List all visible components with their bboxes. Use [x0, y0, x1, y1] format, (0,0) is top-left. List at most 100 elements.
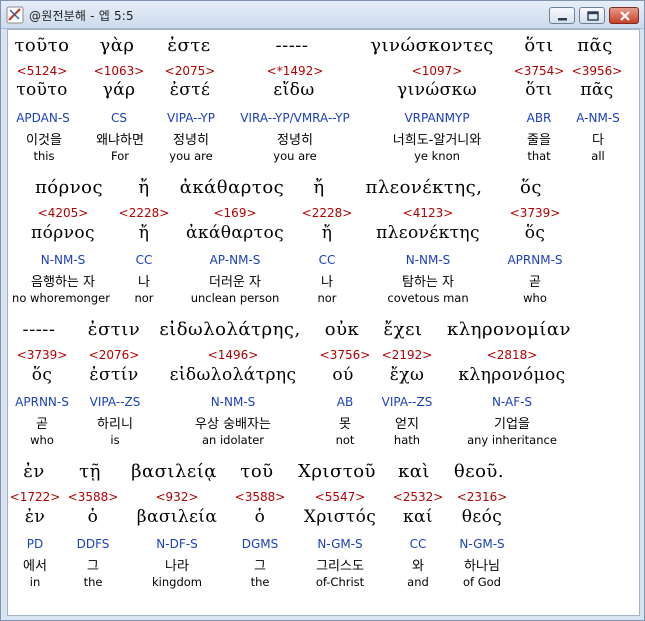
english-gloss: any inheritance: [467, 433, 557, 447]
strong-number[interactable]: <3756>: [320, 348, 371, 362]
greek-word[interactable]: οὐκ: [325, 319, 360, 340]
strong-number[interactable]: <1063>: [94, 64, 145, 78]
lemma: πλεονέκτης: [376, 223, 480, 243]
strong-number[interactable]: <3739>: [510, 206, 561, 220]
korean-gloss: 탐하는 자: [402, 275, 454, 290]
greek-word[interactable]: καὶ: [398, 461, 430, 482]
strong-number[interactable]: <5124>: [17, 64, 68, 78]
korean-gloss: 곧: [36, 417, 48, 432]
greek-word[interactable]: ἤ: [138, 177, 149, 198]
greek-word[interactable]: τοῦ: [240, 461, 273, 482]
greek-word[interactable]: -----: [23, 319, 56, 340]
greek-word[interactable]: κληρονομίαν: [447, 319, 571, 340]
greek-word[interactable]: ἔχει: [384, 319, 423, 340]
greek-word[interactable]: θεοῦ.: [454, 461, 504, 482]
strong-number[interactable]: <2228>: [119, 206, 170, 220]
parsing-code: CS: [111, 111, 127, 125]
app-icon[interactable]: [6, 6, 24, 24]
greek-word[interactable]: Χριστοῦ: [298, 461, 376, 482]
greek-word[interactable]: ἐν: [23, 461, 45, 482]
strong-number[interactable]: <1097>: [412, 64, 463, 78]
greek-word[interactable]: τῇ: [79, 461, 101, 482]
strong-number[interactable]: <932>: [155, 490, 198, 504]
app-window: @원전분해 - 엡 5:5 τοῦτο γὰρ ἐστε ----- γινώσ…: [0, 0, 645, 621]
strong-number[interactable]: <3739>: [17, 348, 68, 362]
english-gloss: of God: [463, 575, 501, 589]
parsing-code: AP-NM-S: [209, 253, 261, 267]
greek-word[interactable]: πλεονέκτης,: [366, 177, 483, 198]
korean-gloss: 얻지: [395, 417, 419, 432]
parsing-code: VIPA--ZS: [381, 395, 433, 409]
lemma: ἤ: [138, 223, 150, 243]
strong-number[interactable]: <3754>: [514, 64, 565, 78]
strong-number[interactable]: <3588>: [68, 490, 119, 504]
greek-word[interactable]: ὅτι: [524, 35, 553, 56]
greek-word[interactable]: γινώσκοντες: [370, 35, 494, 56]
parsing-code: N-GM-S: [317, 537, 363, 551]
lemma: Χριστός: [303, 507, 377, 527]
strong-number[interactable]: <2532>: [393, 490, 444, 504]
minimize-button[interactable]: [549, 7, 575, 24]
maximize-icon: [587, 11, 599, 21]
korean-gloss: 이것을: [26, 133, 62, 148]
lemma: ού: [332, 365, 354, 385]
korean-gloss: 곧: [529, 275, 541, 290]
strong-number[interactable]: <2228>: [302, 206, 353, 220]
korean-gloss: 에서: [23, 559, 47, 574]
english-gloss: all: [591, 149, 605, 163]
parsing-code: N-DF-S: [156, 537, 198, 551]
english-gloss: kingdom: [152, 575, 202, 589]
english-gloss: ye knon: [414, 149, 460, 163]
parsing-code: VIPA--ZS: [89, 395, 141, 409]
korean-gloss: 우상 숭배자는: [195, 417, 271, 432]
strong-number[interactable]: <4205>: [38, 206, 89, 220]
parsing-code: A-NM-S: [576, 111, 620, 125]
parsing-code: DDFS: [76, 537, 110, 551]
english-gloss: of-Christ: [315, 575, 365, 589]
greek-word[interactable]: πᾶς: [577, 35, 613, 56]
parsing-code: ABR: [526, 111, 552, 125]
greek-word[interactable]: γὰρ: [100, 35, 135, 56]
greek-word[interactable]: ὅς: [520, 177, 542, 198]
english-gloss: you are: [273, 149, 317, 163]
greek-word[interactable]: βασιλείᾳ: [131, 461, 217, 482]
strong-number[interactable]: <2192>: [382, 348, 433, 362]
strong-number[interactable]: <*1492>: [267, 64, 324, 78]
english-gloss: in: [29, 575, 41, 589]
parsing-code: N-NM-S: [210, 395, 256, 409]
greek-word[interactable]: τοῦτο: [14, 35, 69, 56]
parsing-code: APDAN-S: [16, 111, 70, 125]
strong-number[interactable]: <2818>: [487, 348, 538, 362]
greek-word[interactable]: ἀκάθαρτος: [180, 177, 285, 198]
strong-number[interactable]: <169>: [213, 206, 256, 220]
strong-number[interactable]: <3956>: [572, 64, 623, 78]
lemma: κληρονόμος: [458, 365, 566, 385]
greek-word[interactable]: ἤ: [313, 177, 324, 198]
lemma: γινώσκω: [397, 80, 477, 100]
close-icon: [620, 11, 630, 21]
strong-number[interactable]: <3588>: [235, 490, 286, 504]
lemma: βασιλεία: [136, 507, 218, 527]
korean-gloss: 다: [592, 133, 604, 148]
strong-number[interactable]: <5547>: [315, 490, 366, 504]
greek-word[interactable]: ἐστε: [167, 35, 210, 56]
strong-number[interactable]: <2316>: [457, 490, 508, 504]
close-button[interactable]: [609, 7, 639, 24]
strong-number[interactable]: <4123>: [403, 206, 454, 220]
parsing-code: CC: [409, 537, 427, 551]
lemma: ἀκάθαρτος: [185, 223, 285, 243]
english-gloss: that: [527, 149, 551, 163]
strong-number[interactable]: <2076>: [89, 348, 140, 362]
greek-word[interactable]: ἐστιν: [88, 319, 140, 340]
english-gloss: covetous man: [387, 291, 469, 305]
title-bar[interactable]: @원전분해 - 엡 5:5: [1, 1, 644, 29]
greek-word[interactable]: εἰδωλολάτρης,: [159, 319, 300, 340]
strong-number[interactable]: <2075>: [165, 64, 216, 78]
lemma: τοῦτο: [16, 80, 68, 100]
greek-word[interactable]: -----: [276, 35, 309, 56]
greek-word[interactable]: πόρνος: [35, 177, 103, 198]
strong-number[interactable]: <1722>: [10, 490, 61, 504]
maximize-button[interactable]: [579, 7, 605, 24]
strong-number[interactable]: <1496>: [208, 348, 259, 362]
parsing-code: N-AF-S: [491, 395, 533, 409]
